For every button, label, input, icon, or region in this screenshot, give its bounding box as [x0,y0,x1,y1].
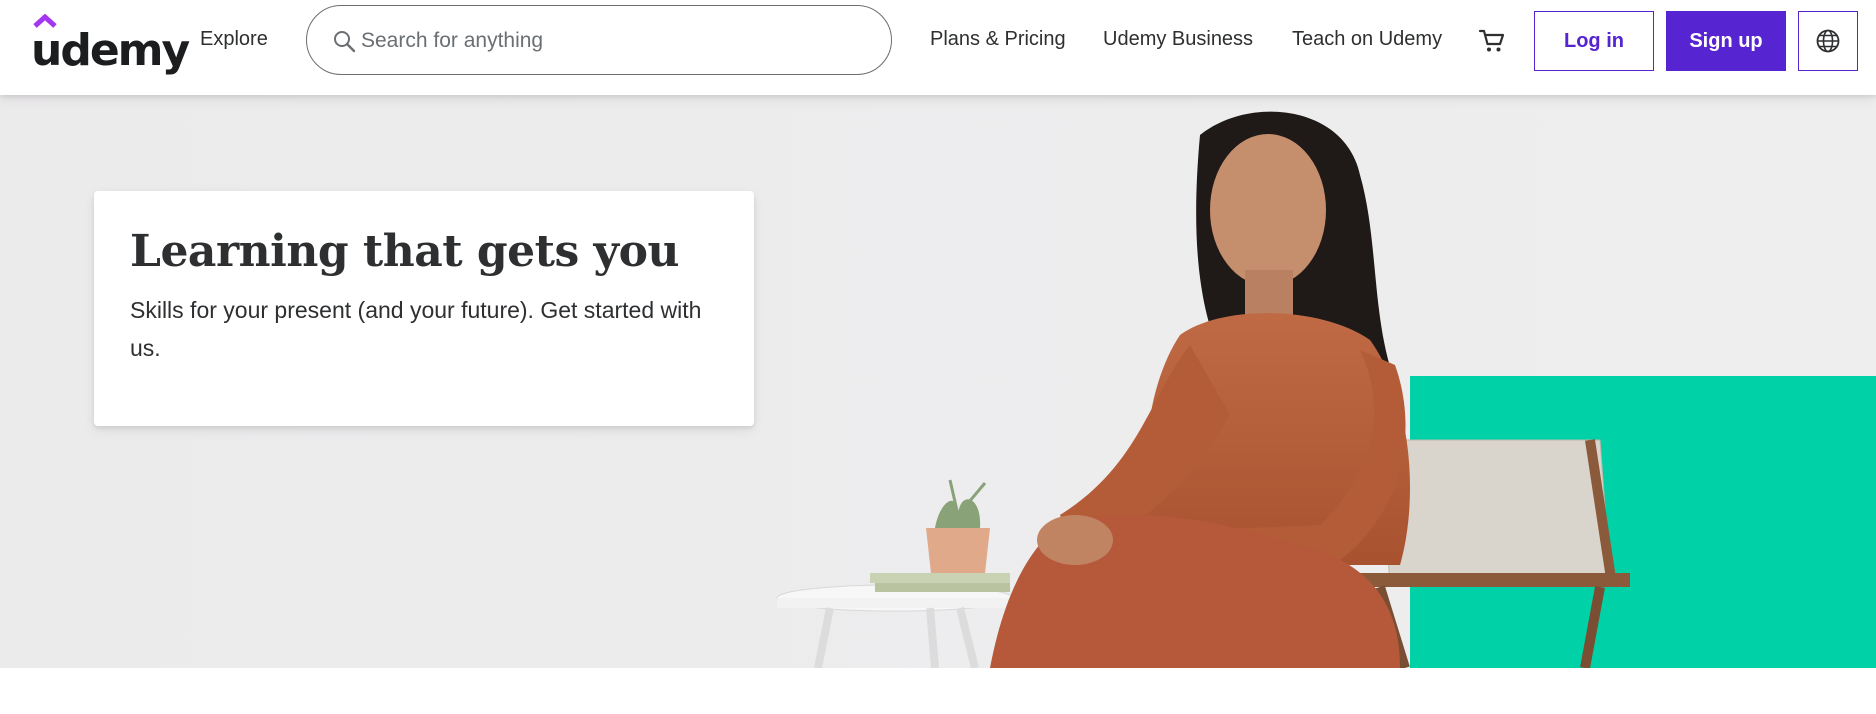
language-button[interactable] [1798,11,1858,71]
explore-menu[interactable]: Explore [200,28,268,51]
nav-plans-pricing[interactable]: Plans & Pricing [930,28,1066,51]
login-button[interactable]: Log in [1534,11,1654,71]
udemy-logo[interactable]: udemy [31,14,190,76]
hero-card: Learning that gets you Skills for your p… [94,191,754,426]
search-icon[interactable] [332,29,356,53]
hero-banner: Learning that gets you Skills for your p… [0,95,1876,668]
nav-teach-on-udemy[interactable]: Teach on Udemy [1292,28,1442,51]
search-input[interactable] [359,6,863,76]
logo-wordmark: udemy [31,25,190,76]
globe-icon [1816,29,1840,53]
search-bar[interactable] [306,5,892,76]
hero-subtitle: Skills for your present (and your future… [130,297,702,361]
nav-udemy-business[interactable]: Udemy Business [1103,28,1253,51]
top-header: udemy Explore Plans & Pricing Udemy Busi… [0,0,1876,95]
signup-button[interactable]: Sign up [1666,11,1786,71]
hero-title: Learning that gets you [130,226,679,277]
cart-icon[interactable] [1478,27,1506,55]
